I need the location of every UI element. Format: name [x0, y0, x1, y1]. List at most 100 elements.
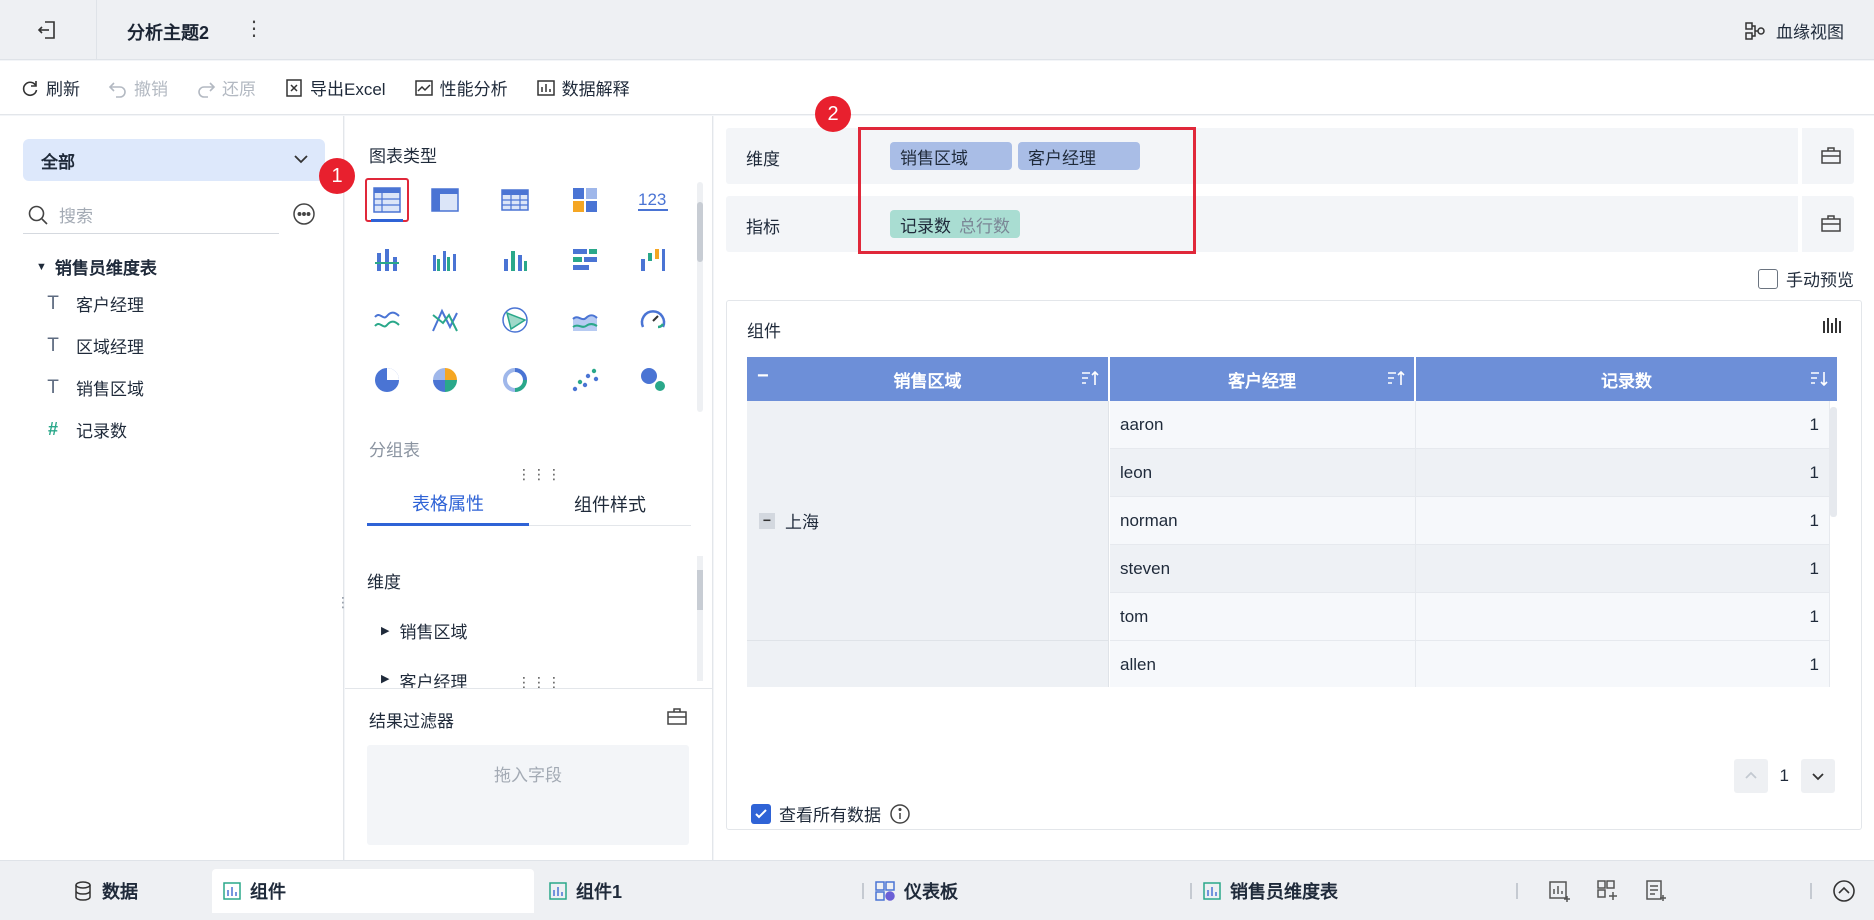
performance-analysis-button[interactable]: 性能分析	[414, 75, 508, 100]
page-down-button[interactable]	[1801, 759, 1835, 793]
toolbox-icon[interactable]	[666, 705, 688, 732]
property-scrollbar[interactable]	[697, 556, 703, 681]
manual-preview-checkbox[interactable]	[1758, 268, 1778, 289]
column-chart-icon[interactable]	[365, 238, 409, 282]
dashboard-icon	[875, 881, 895, 901]
cell-count: 1	[1416, 497, 1830, 545]
table-row[interactable]: steven 1	[747, 545, 1837, 593]
export-excel-button[interactable]: 导出Excel	[284, 75, 386, 100]
exit-icon[interactable]	[30, 14, 64, 46]
filter-drop-zone[interactable]: 拖入字段	[367, 745, 689, 845]
undo-button[interactable]: 撤销	[108, 75, 168, 100]
tab-component-style[interactable]: 组件样式	[529, 482, 691, 526]
column-header-label: 记录数	[1601, 371, 1652, 391]
table-row[interactable]: norman 1	[747, 497, 1837, 545]
search-field[interactable]: 搜索	[23, 196, 279, 234]
data-explain-button[interactable]: 数据解释	[536, 75, 630, 100]
resize-handle-icon[interactable]: ⋮⋮⋮	[517, 466, 562, 483]
highlight-box	[858, 127, 1196, 254]
component-title: 组件	[747, 322, 781, 341]
dashboard-chart-icon[interactable]	[563, 178, 607, 222]
column-header-record-count[interactable]: 记录数	[1416, 357, 1837, 401]
tab-component1[interactable]: 组件1	[548, 869, 622, 913]
add-dashboard-icon[interactable]	[1596, 879, 1620, 908]
dimension-row-label: 维度	[746, 150, 780, 169]
manual-preview-toggle[interactable]: 手动预览	[1758, 266, 1854, 291]
bubble-chart-icon[interactable]	[631, 358, 675, 402]
chevron-down-icon	[1812, 773, 1824, 781]
grouped-table-chart-icon[interactable]	[365, 178, 409, 222]
redo-button[interactable]: 还原	[196, 75, 256, 100]
bar-chart-icon[interactable]	[493, 238, 537, 282]
sort-icon[interactable]	[1809, 369, 1829, 389]
scope-select[interactable]: 全部	[23, 139, 325, 181]
tab-sales-dimension-table[interactable]: 销售员维度表	[1202, 869, 1338, 913]
multi-pie-chart-icon[interactable]	[423, 358, 467, 402]
excel-icon	[286, 78, 302, 97]
chart-grid-scrollbar[interactable]	[697, 182, 703, 412]
cross-table-chart-icon[interactable]	[493, 178, 537, 222]
field-record-count[interactable]: # 记录数	[44, 417, 127, 442]
field-region-manager[interactable]: T 区域经理	[44, 333, 144, 358]
performance-label: 性能分析	[439, 80, 508, 99]
page-up-button[interactable]	[1733, 759, 1768, 793]
radar-chart-icon[interactable]	[493, 298, 537, 342]
area-chart-icon[interactable]	[563, 298, 607, 342]
add-report-icon[interactable]	[1644, 879, 1668, 908]
property-tabs: 表格属性 组件样式	[367, 482, 691, 526]
dimension-item-customer-manager[interactable]: ▶ 客户经理	[381, 668, 467, 688]
waterfall-chart-icon[interactable]	[631, 238, 675, 282]
grouped-bar-chart-icon[interactable]	[423, 238, 467, 282]
refresh-button[interactable]: 刷新	[20, 75, 80, 100]
table-row[interactable]: tom 1	[747, 593, 1837, 641]
text-type-icon: T	[47, 376, 59, 398]
cell-manager: steven	[1110, 545, 1416, 593]
database-icon	[75, 881, 91, 901]
divider	[96, 0, 97, 60]
lineage-view-button[interactable]: 血缘视图	[1744, 18, 1844, 43]
table-node[interactable]: ▼ 销售员维度表	[36, 254, 157, 279]
scope-value: 全部	[41, 152, 75, 172]
table-row[interactable]: allen 1	[747, 641, 1837, 687]
tab-dashboard[interactable]: 仪表板	[874, 869, 958, 913]
collapse-panel-icon[interactable]	[1832, 879, 1856, 908]
pagination: 1	[1733, 759, 1835, 793]
line-chart-icon[interactable]	[365, 298, 409, 342]
view-all-checkbox[interactable]	[751, 803, 771, 824]
sort-icon[interactable]	[1080, 369, 1100, 389]
donut-chart-icon[interactable]	[493, 358, 537, 402]
more-menu-button[interactable]: ⋮	[244, 16, 264, 41]
selected-chart-name: 分组表	[369, 441, 420, 460]
chart-switch-icon[interactable]	[1821, 315, 1843, 342]
field-sales-region[interactable]: T 销售区域	[44, 375, 144, 400]
table-row[interactable]: leon 1	[747, 449, 1837, 497]
tab-component[interactable]: 组件	[212, 869, 534, 913]
tab-data[interactable]: 数据	[72, 869, 138, 913]
collapse-all-icon[interactable]: −	[757, 365, 769, 388]
tab-table-properties[interactable]: 表格属性	[367, 482, 529, 526]
column-header-sales-region[interactable]: − 销售区域	[747, 357, 1110, 401]
detail-table-chart-icon[interactable]	[423, 178, 467, 222]
kpi-number-chart-icon[interactable]: 123	[631, 178, 675, 222]
scatter-line-chart-icon[interactable]	[423, 298, 467, 342]
sort-icon[interactable]	[1386, 369, 1406, 389]
more-options-icon[interactable]	[292, 202, 316, 231]
redo-label: 还原	[222, 80, 256, 99]
info-icon[interactable]	[889, 803, 911, 825]
divider	[1190, 883, 1192, 899]
add-component-icon[interactable]	[1548, 879, 1572, 908]
undo-label: 撤销	[134, 80, 168, 99]
page-title: 分析主题2	[127, 23, 210, 43]
field-customer-manager[interactable]: T 客户经理	[44, 291, 144, 316]
toolbox-icon[interactable]	[1820, 212, 1842, 239]
pie-chart-icon[interactable]	[365, 358, 409, 402]
horizontal-bar-chart-icon[interactable]	[563, 238, 607, 282]
scatter-chart-icon[interactable]	[563, 358, 607, 402]
gauge-chart-icon[interactable]	[631, 298, 675, 342]
view-all-data-toggle[interactable]: 查看所有数据	[751, 801, 911, 826]
toolbox-icon[interactable]	[1820, 144, 1842, 171]
table-row[interactable]: aaron 1	[747, 401, 1837, 449]
table-scrollbar[interactable]	[1830, 407, 1837, 517]
dimension-item-sales-region[interactable]: ▶ 销售区域	[381, 618, 467, 643]
column-header-customer-manager[interactable]: 客户经理	[1110, 357, 1416, 401]
